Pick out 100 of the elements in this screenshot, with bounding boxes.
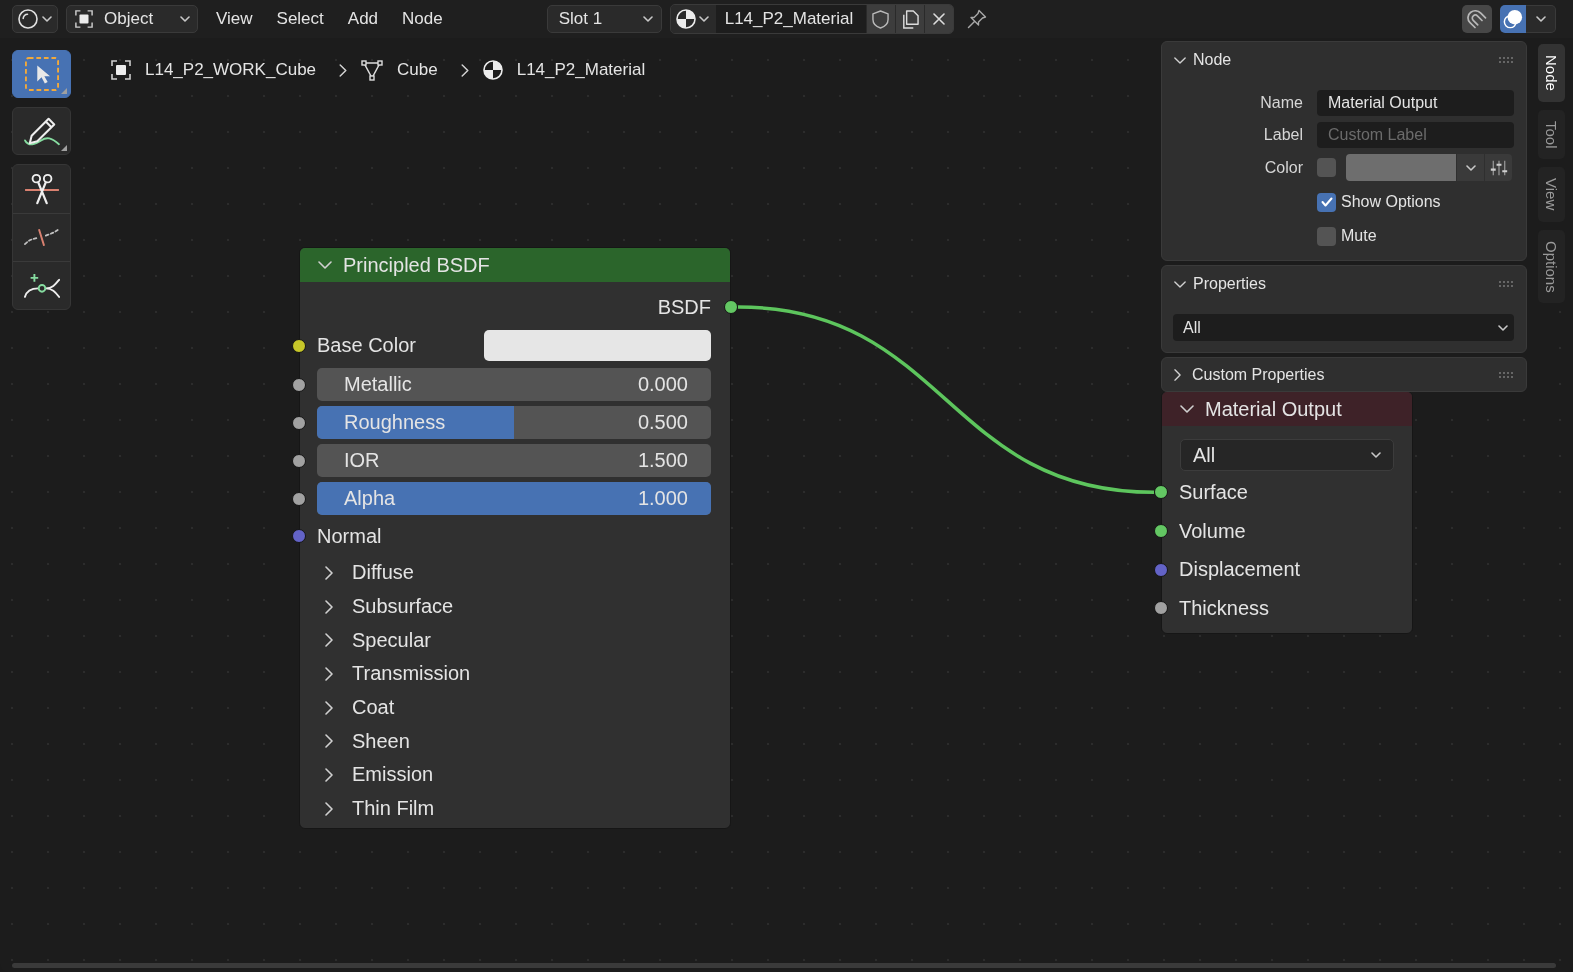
material-ball-icon [482, 60, 503, 80]
sidebar-tab[interactable]: View [1538, 167, 1565, 222]
checkbox-label[interactable]: Mute [1341, 227, 1377, 245]
magnet-icon [1467, 9, 1487, 29]
socket-label: Normal [317, 524, 382, 548]
checkmark-icon [1320, 197, 1333, 207]
socket-label: Displacement [1179, 558, 1301, 582]
socket-label: Base Color [317, 334, 416, 357]
sidebar-tab[interactable]: Options [1538, 229, 1565, 304]
menu-item[interactable]: Node [390, 5, 455, 33]
caret-icon [699, 16, 710, 22]
unlink-button[interactable] [923, 5, 953, 33]
chevron-right-icon [339, 63, 348, 77]
panel-toggle[interactable]: Sheen [300, 724, 730, 759]
select-box-icon [24, 57, 59, 91]
grip-icon [1499, 57, 1513, 63]
slot-dropdown[interactable]: Slot 1 [546, 5, 662, 33]
menu-item[interactable]: Select [264, 5, 336, 33]
caret-icon [180, 16, 190, 22]
checkbox[interactable] [1317, 192, 1336, 212]
grip-icon [1499, 281, 1513, 287]
sphere-outline-icon [18, 9, 38, 29]
node-link[interactable] [737, 305, 1155, 495]
editor-type-button[interactable] [12, 5, 58, 33]
color-adjust-button[interactable] [1484, 154, 1512, 181]
color-field[interactable] [484, 330, 711, 361]
caret-icon [1498, 324, 1508, 331]
pin-icon [966, 9, 987, 29]
panel-header[interactable]: Properties [1162, 266, 1526, 302]
socket-icon[interactable] [292, 415, 306, 430]
node-title: Principled BSDF [343, 253, 490, 277]
overlay-circles-icon [1503, 9, 1523, 29]
fake-user-button[interactable] [865, 5, 895, 33]
annotate-tool[interactable] [12, 107, 71, 155]
field-label: Name [1260, 94, 1303, 112]
snap-toggle[interactable] [1462, 5, 1492, 33]
menu-item[interactable]: View [204, 5, 265, 33]
panel-toggle[interactable]: Diffuse [300, 556, 730, 590]
panel-header[interactable]: Node [1162, 42, 1526, 78]
panel-toggle[interactable]: Thin Film [300, 791, 730, 826]
breadcrumb-label: L14_P2_Material [516, 60, 646, 80]
color-field[interactable] [1346, 154, 1456, 181]
panel-header[interactable]: Custom Properties [1162, 358, 1526, 391]
duplicate-button[interactable] [894, 5, 924, 33]
square-frame-icon [75, 10, 93, 28]
checkbox-label[interactable]: Show Options [1341, 193, 1441, 211]
socket-icon[interactable] [724, 300, 738, 314]
socket-icon[interactable] [1154, 601, 1168, 616]
socket-label: Surface [1179, 480, 1248, 504]
sidebar-tab[interactable]: Node [1538, 44, 1565, 102]
caret-icon [1465, 164, 1476, 171]
breadcrumb-label: L14_P2_WORK_Cube [145, 60, 317, 80]
checkbox[interactable] [1317, 158, 1336, 177]
dropdown[interactable]: All [1173, 314, 1514, 341]
panel-toggle[interactable]: Emission [300, 758, 730, 792]
socket-icon[interactable] [1154, 485, 1168, 500]
horizontal-scrollbar[interactable] [12, 963, 1556, 968]
socket-icon[interactable] [292, 377, 306, 392]
dashed-curve-icon [22, 227, 61, 248]
caret-icon [1535, 16, 1546, 22]
panel-toggle[interactable]: Subsurface [300, 589, 730, 624]
close-icon [932, 13, 945, 25]
panel-toggle[interactable]: Specular [300, 623, 730, 658]
duplicate-icon [900, 9, 920, 29]
mesh-triangle-icon [361, 59, 384, 81]
text-field[interactable]: Custom Label [1317, 122, 1514, 148]
sliders-icon [1489, 158, 1508, 177]
material-ball-icon [676, 9, 697, 29]
menu-item[interactable]: Add [335, 5, 391, 33]
corner-triangle-icon [61, 145, 67, 151]
checkbox[interactable] [1317, 226, 1336, 246]
socket-icon[interactable] [292, 453, 306, 468]
socket-icon[interactable] [1154, 524, 1168, 539]
overlays-toggle[interactable] [1500, 5, 1526, 33]
panel-toggle[interactable]: Coat [300, 690, 730, 725]
socket-icon[interactable] [292, 491, 306, 506]
target-dropdown[interactable]: All [1180, 439, 1394, 471]
caret-icon [1371, 452, 1381, 458]
field-label: Label [1263, 126, 1303, 144]
material-name-field[interactable]: L14_P2_Material [715, 5, 866, 33]
sidebar-tab[interactable]: Tool [1538, 109, 1565, 160]
number-field[interactable]: IOR 1.500 [317, 444, 711, 477]
socket-label: Thickness [1179, 596, 1270, 620]
chevron-right-icon [460, 63, 469, 77]
select-box-tool[interactable] [12, 50, 71, 98]
caret-icon [42, 16, 52, 22]
square-frame-icon [111, 60, 131, 80]
color-menu-button[interactable] [1456, 154, 1484, 181]
socket-label: Volume [1179, 519, 1246, 543]
overlays-menu-button[interactable] [1526, 5, 1556, 33]
field-label: Color [1264, 158, 1303, 177]
value-slider[interactable]: Roughness 0.500 [317, 406, 711, 439]
mode-dropdown[interactable]: Object [66, 5, 198, 33]
caret-icon [642, 16, 653, 22]
value-slider[interactable]: Alpha 1.000 [317, 482, 711, 515]
socket-label: BSDF [657, 295, 711, 319]
panel-toggle[interactable]: Transmission [300, 657, 730, 691]
value-slider[interactable]: Metallic 0.000 [317, 368, 711, 401]
socket-icon[interactable] [292, 338, 306, 353]
text-field[interactable]: Material Output [1317, 90, 1514, 116]
